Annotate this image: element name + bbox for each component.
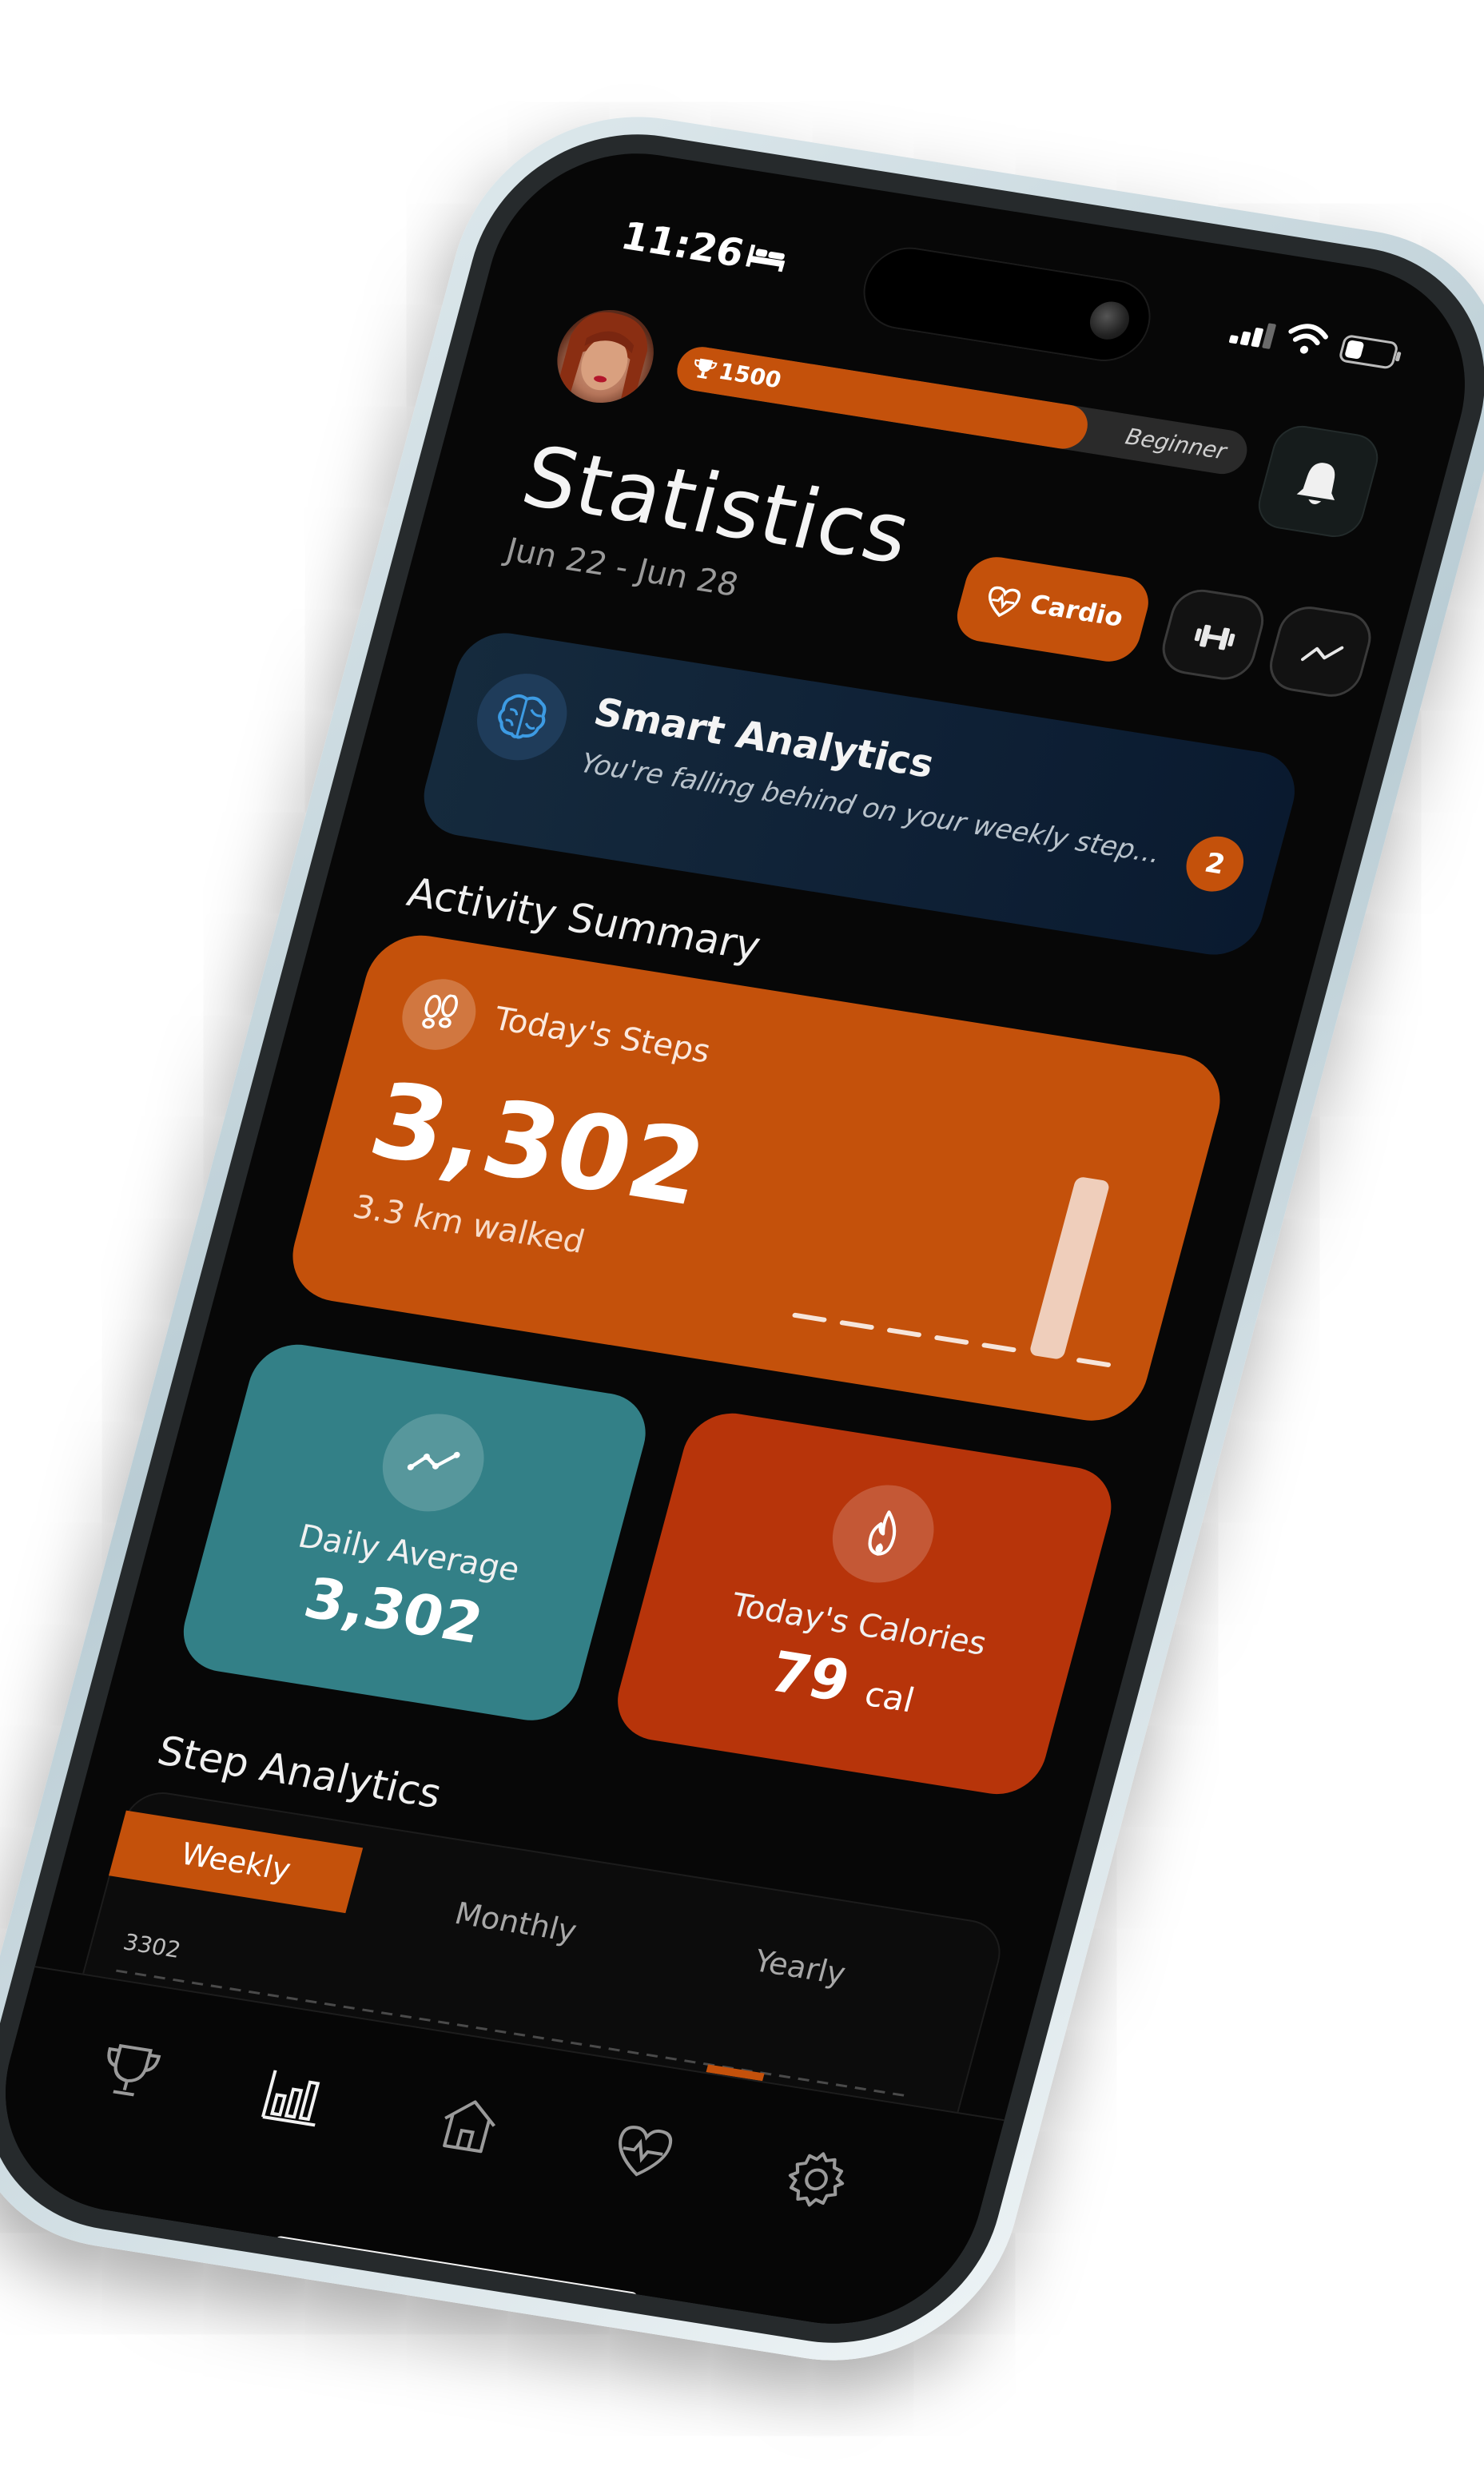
todays-steps-label: Today's Steps	[490, 1000, 714, 1071]
bell-icon	[1296, 463, 1335, 504]
trophy-icon[interactable]	[91, 2035, 169, 2106]
daily-average-card[interactable]: Daily Average 3,302	[173, 1338, 656, 1727]
notifications-button[interactable]	[1252, 422, 1384, 541]
cardio-filter-button[interactable]: Cardio	[950, 553, 1156, 666]
level-label: Beginner	[1122, 423, 1230, 465]
flame-icon	[868, 1510, 897, 1556]
dumbbell-icon	[1194, 624, 1235, 650]
phone-device: 11:26 1500 Beginner Statistics Jun 22 - …	[0, 93, 1484, 2385]
wifi-icon	[1288, 324, 1328, 354]
todays-steps-card[interactable]: Today's Steps 3,302 3.3 km walked	[280, 928, 1231, 1428]
heart-pulse-icon	[988, 586, 1021, 618]
cardio-filter-label: Cardio	[1026, 588, 1127, 633]
calories-number: 79	[762, 1638, 857, 1715]
calories-icon-bubble	[821, 1478, 945, 1590]
daily-average-icon-bubble	[371, 1406, 495, 1519]
avatar-portrait-icon	[554, 312, 647, 408]
dynamic-island	[853, 241, 1160, 368]
home-icon[interactable]	[430, 2090, 507, 2160]
steps-bar-1	[839, 1320, 874, 1330]
gear-icon[interactable]	[778, 2144, 855, 2214]
stage: 11:26 1500 Beginner Statistics Jun 22 - …	[0, 0, 1484, 2474]
heart-pulse-icon[interactable]	[604, 2117, 682, 2187]
strength-filter-button[interactable]	[1156, 585, 1271, 684]
steps-bar-4	[981, 1342, 1017, 1353]
steps-icon-bubble	[394, 973, 484, 1056]
steps-bar-5	[1030, 1177, 1109, 1359]
insight-count-badge: 2	[1180, 832, 1250, 896]
steps-bar-6	[1076, 1358, 1111, 1367]
trend-line-icon	[407, 1451, 460, 1470]
bed-icon	[746, 244, 786, 272]
todays-calories-card[interactable]: Today's Calories 79 cal	[607, 1406, 1122, 1801]
avatar[interactable]	[547, 303, 665, 410]
status-time: 11:26	[616, 213, 749, 276]
steps-bar-2	[887, 1327, 921, 1338]
brain-icon	[498, 694, 547, 739]
steps-bar-3	[934, 1335, 969, 1345]
camera-icon	[1085, 299, 1134, 343]
footprints-icon	[422, 994, 458, 1029]
trends-filter-button[interactable]	[1263, 602, 1378, 702]
signal-icon	[1228, 323, 1276, 349]
battery-icon	[1339, 335, 1402, 369]
calories-unit: cal	[860, 1674, 919, 1720]
bar-chart-icon[interactable]	[257, 2062, 334, 2132]
xp-progress-bar: 1500 Beginner	[672, 344, 1252, 478]
steps-bar-0	[792, 1312, 827, 1323]
steps-mini-bar-chart	[792, 1177, 1111, 1367]
brain-icon-bubble	[467, 667, 577, 767]
trend-line-icon	[1301, 646, 1344, 662]
